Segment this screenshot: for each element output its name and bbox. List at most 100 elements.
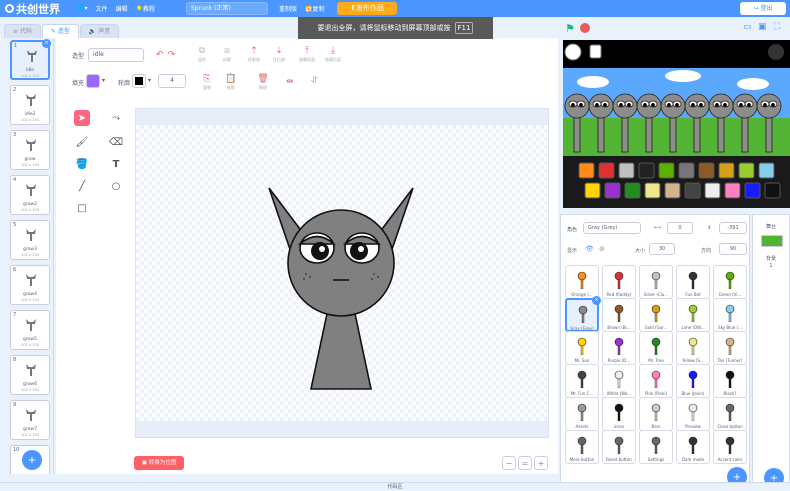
sprite-tile[interactable]: Mr. Tree [639, 331, 673, 365]
share-button[interactable]: 🔁复制 [305, 4, 325, 13]
delete-button[interactable]: 🗑 删除 [252, 74, 274, 91]
eraser-tool-icon[interactable]: ⌫ [108, 134, 124, 150]
drawing-canvas[interactable] [135, 108, 549, 438]
character-palette-slot[interactable] [724, 182, 741, 199]
publish-button[interactable]: ⬆发布作品 [337, 2, 397, 15]
fill-dropdown-icon[interactable]: ▾ [102, 77, 105, 84]
sprite-tile[interactable]: Reset button [602, 430, 636, 464]
remix-button[interactable]: 重制版 [279, 4, 297, 13]
sprite-tile[interactable]: Dark mode [676, 430, 710, 464]
character-palette-slot[interactable] [604, 182, 621, 199]
character-palette-slot[interactable] [664, 182, 681, 199]
character-palette-slot[interactable] [684, 182, 701, 199]
character-palette-slot[interactable] [618, 162, 635, 179]
paste-button[interactable]: 📋 粘贴 [220, 74, 242, 91]
character-palette-slot[interactable] [598, 162, 615, 179]
character-palette-slot[interactable] [584, 182, 601, 199]
character-palette-slot[interactable] [698, 162, 715, 179]
sprite-tile[interactable]: Accent color [713, 430, 747, 464]
eye-show-icon[interactable]: 👁 [585, 245, 594, 253]
character-palette-slot[interactable] [704, 182, 721, 199]
large-stage-icon[interactable]: ▣ [758, 22, 767, 32]
group-button[interactable]: ⧉ 组合 [191, 46, 213, 63]
front-button[interactable]: ⤒ 放最前面 [296, 46, 318, 63]
sprite-tile[interactable]: Tan (Tunner) [713, 331, 747, 365]
sprite-tile[interactable]: More button [565, 430, 599, 464]
costume-item[interactable]: 2 idle2 102 x 134 [10, 85, 50, 125]
character-palette-slot[interactable] [678, 162, 695, 179]
costume-item[interactable]: 1 idle 102 x 134 × [10, 39, 51, 80]
stop-icon[interactable] [580, 23, 590, 33]
stage-selector[interactable]: 舞台 背景 1 [752, 214, 790, 490]
menu-edit[interactable]: 编辑 [116, 4, 128, 13]
character-palette-slot[interactable] [764, 182, 781, 199]
sprite-tile[interactable]: Lime (OW... [676, 298, 710, 332]
ungroup-button[interactable]: ⧈ 拆散 [216, 46, 238, 63]
size-input[interactable]: 30 [649, 243, 675, 255]
brush-tool-icon[interactable]: 🖌 [74, 134, 90, 150]
sprite-tile[interactable]: Black? [713, 364, 747, 398]
copy-button[interactable]: ⎘ 复制 [196, 74, 218, 91]
sprite-tile[interactable]: Pink (Pinki) [639, 364, 673, 398]
circle-tool-icon[interactable]: ○ [108, 178, 124, 194]
redo-icon[interactable]: ↷ [168, 50, 176, 60]
character-palette-slot[interactable] [738, 162, 755, 179]
sprite-tile[interactable]: Green (Vi... [713, 265, 747, 299]
sprite-name-input[interactable]: Gray (Grey) [583, 222, 641, 234]
delete-sprite-icon[interactable]: × [592, 296, 601, 305]
flip-horizontal-icon[interactable]: ⇹ [286, 77, 294, 87]
forward-button[interactable]: ⇡ 往前放 [243, 46, 265, 63]
convert-to-bitmap-button[interactable]: ▣ 转换为位图 [134, 456, 184, 470]
character-palette-slot[interactable] [638, 162, 655, 179]
stage-preview[interactable] [563, 40, 790, 208]
tab-code[interactable]: ≡ 代码 [4, 24, 41, 38]
sprite-tile[interactable]: Mr. Fun C... [565, 364, 599, 398]
sprite-tile[interactable]: Assets [565, 397, 599, 431]
zoom-in-icon[interactable]: + [534, 456, 548, 470]
flip-vertical-icon[interactable]: ⥯ [311, 76, 318, 86]
rectangle-tool-icon[interactable]: □ [74, 200, 90, 216]
sprite-tile[interactable]: Brown (Br... [602, 298, 636, 332]
sprite-tile[interactable]: Yellow (S... [676, 331, 710, 365]
costume-item[interactable]: 6 grow4 102 x 134 [10, 265, 50, 305]
sprite-tile[interactable]: Fun Bot [676, 265, 710, 299]
tab-sound[interactable]: 🔈 声音 [79, 24, 120, 38]
sprite-tile[interactable]: Orange (... [565, 265, 599, 299]
zoom-out-icon[interactable]: − [502, 456, 516, 470]
direction-input[interactable]: 90 [719, 243, 747, 255]
small-stage-icon[interactable]: ▭ [743, 22, 752, 32]
delete-costume-icon[interactable]: × [42, 39, 51, 48]
outline-width-input[interactable]: 4 [158, 74, 186, 88]
select-tool-icon[interactable]: ➤ [74, 110, 90, 126]
costume-item[interactable]: 3 grow 102 x 134 [10, 130, 50, 170]
menu-file[interactable]: 文件 [95, 4, 107, 13]
line-tool-icon[interactable]: ╱ [74, 178, 90, 194]
sprite-tile[interactable]: Gold (Gar... [639, 298, 673, 332]
character-palette-slot[interactable] [744, 182, 761, 199]
sprite-tile[interactable]: Close button [713, 397, 747, 431]
outline-dropdown-icon[interactable]: ▾ [148, 77, 151, 84]
character-palette-slot[interactable] [718, 162, 735, 179]
sprite-tile[interactable]: Sky Blue (... [713, 298, 747, 332]
back-button[interactable]: ⤓ 放最后面 [322, 46, 344, 63]
fill-tool-icon[interactable]: 🪣 [74, 156, 90, 172]
text-tool-icon[interactable]: T [108, 156, 124, 172]
costume-item[interactable]: 5 grow3 102 x 134 [10, 220, 50, 260]
tab-costume[interactable]: ✎ 造型 [41, 24, 79, 38]
costume-item[interactable]: 4 grow2 102 x 134 [10, 175, 50, 215]
fullscreen-icon[interactable]: ⛶ [774, 22, 780, 32]
sprite-tile[interactable]: icons [602, 397, 636, 431]
costume-item[interactable]: 9 grow7 102 x 134 [10, 400, 50, 440]
sprite-tile[interactable]: Preview [676, 397, 710, 431]
language-menu-icon[interactable]: 🌐▾ [77, 5, 87, 12]
sprite-tile[interactable]: Red (Raddy) [602, 265, 636, 299]
menu-tutorial[interactable]: 💡教程 [136, 4, 156, 13]
costume-item[interactable]: 7 grow5 102 x 134 [10, 310, 50, 350]
sprite-tile[interactable]: Settings [639, 430, 673, 464]
eye-hide-icon[interactable]: ⊘ [599, 245, 605, 253]
zoom-reset-icon[interactable]: = [518, 456, 532, 470]
sprite-tile[interactable]: Bars [639, 397, 673, 431]
costume-item[interactable]: 8 grow6 102 x 134 [10, 355, 50, 395]
sprite-tile[interactable]: Mr. Sun [565, 331, 599, 365]
sprite-tile[interactable]: Silver (Clu... [639, 265, 673, 299]
